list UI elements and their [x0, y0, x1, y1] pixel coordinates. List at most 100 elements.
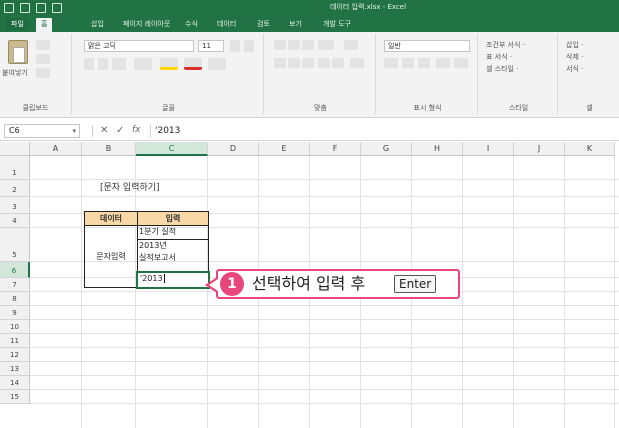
- bold-icon[interactable]: [84, 58, 94, 70]
- formula-bar: C6 ▾ ✕ ✓ fx '2013: [0, 121, 619, 141]
- row-header-6[interactable]: 6: [0, 262, 30, 278]
- name-box-dropdown-icon[interactable]: ▾: [72, 125, 76, 137]
- decrease-indent-icon[interactable]: [318, 58, 330, 68]
- sheet-title-cell[interactable]: [문자 입력하기]: [100, 181, 210, 195]
- increase-indent-icon[interactable]: [332, 58, 344, 68]
- shrink-font-icon[interactable]: [244, 40, 254, 52]
- redo-icon[interactable]: [36, 3, 46, 13]
- currency-icon[interactable]: [384, 58, 398, 68]
- underline-icon[interactable]: [112, 58, 126, 70]
- paste-icon[interactable]: [8, 40, 28, 64]
- number-format-select[interactable]: 일반: [384, 40, 470, 52]
- customize-icon[interactable]: [52, 3, 62, 13]
- gridline-horizontal: [30, 179, 619, 180]
- column-header-k[interactable]: K: [565, 142, 615, 156]
- delete-cells-button[interactable]: 삭제 ·: [566, 52, 583, 62]
- tab-developer[interactable]: 개발 도구: [318, 18, 356, 30]
- border-icon[interactable]: [134, 58, 152, 70]
- copy-icon[interactable]: [36, 54, 50, 64]
- cut-icon[interactable]: [36, 40, 50, 50]
- orientation-icon[interactable]: [318, 40, 334, 50]
- column-header-e[interactable]: E: [259, 142, 310, 156]
- row-header-9[interactable]: 9: [0, 306, 30, 320]
- font-size-select[interactable]: 11: [198, 40, 224, 52]
- row-header-2[interactable]: 2: [0, 180, 30, 197]
- cell-c5-line1[interactable]: 2013년: [137, 239, 209, 252]
- gridline-horizontal: [30, 347, 619, 348]
- tab-view[interactable]: 보기: [284, 18, 307, 30]
- format-painter-icon[interactable]: [36, 68, 50, 78]
- clipboard-group-label: 클립보드: [22, 104, 49, 112]
- name-box[interactable]: C6 ▾: [4, 124, 80, 138]
- align-top-icon[interactable]: [274, 40, 286, 50]
- merge-center-icon[interactable]: [350, 58, 364, 68]
- italic-icon[interactable]: [98, 58, 108, 70]
- column-header-j[interactable]: J: [514, 142, 565, 156]
- paste-label[interactable]: 붙여넣기: [2, 68, 28, 78]
- undo-icon[interactable]: [20, 3, 30, 13]
- gridline-horizontal: [30, 305, 619, 306]
- tab-page-layout[interactable]: 페이지 레이아웃: [118, 18, 175, 30]
- comma-icon[interactable]: [418, 58, 430, 68]
- formula-input[interactable]: '2013: [150, 124, 610, 138]
- cell-styles-button[interactable]: 셀 스타일 ·: [486, 64, 518, 74]
- row-header-5[interactable]: 5: [0, 228, 30, 262]
- ribbon: 붙여넣기 클립보드 맑은 고딕 11 글꼴 맞춤 일반 표시 형식 조건부 서식…: [0, 32, 619, 118]
- select-all-button[interactable]: [0, 142, 30, 156]
- tab-formulas[interactable]: 수식: [180, 18, 203, 30]
- row-header-13[interactable]: 13: [0, 362, 30, 376]
- cancel-icon[interactable]: ✕: [100, 124, 108, 137]
- active-cell-c6[interactable]: '2013: [136, 271, 210, 289]
- format-as-table-button[interactable]: 표 서식 ·: [486, 52, 512, 62]
- column-header-f[interactable]: F: [310, 142, 361, 156]
- align-left-icon[interactable]: [274, 58, 286, 68]
- header-data-cell[interactable]: 데이터: [84, 211, 138, 226]
- format-cells-button[interactable]: 서식 ·: [566, 64, 583, 74]
- column-header-a[interactable]: A: [30, 142, 82, 156]
- row-header-3[interactable]: 3: [0, 197, 30, 214]
- insert-function-icon[interactable]: fx: [132, 124, 141, 137]
- align-middle-icon[interactable]: [288, 40, 300, 50]
- font-name-select[interactable]: 맑은 고딕: [84, 40, 194, 52]
- column-header-c[interactable]: C: [136, 142, 208, 156]
- increase-decimal-icon[interactable]: [436, 58, 450, 68]
- tab-insert[interactable]: 삽입: [86, 18, 109, 30]
- row-header-8[interactable]: 8: [0, 292, 30, 306]
- text-caret: [163, 274, 165, 283]
- wrap-text-icon[interactable]: [344, 40, 358, 50]
- column-header-g[interactable]: G: [361, 142, 412, 156]
- align-bottom-icon[interactable]: [302, 40, 314, 50]
- row-header-15[interactable]: 15: [0, 390, 30, 404]
- align-right-icon[interactable]: [302, 58, 314, 68]
- conditional-formatting-button[interactable]: 조건부 서식 ·: [486, 40, 525, 50]
- header-input-cell[interactable]: 입력: [137, 211, 209, 226]
- font-color-icon[interactable]: [184, 58, 202, 70]
- row-header-4[interactable]: 4: [0, 214, 30, 228]
- tab-home[interactable]: 홈: [36, 18, 53, 32]
- phonetic-icon[interactable]: [208, 58, 226, 70]
- fill-color-icon[interactable]: [160, 58, 178, 70]
- row-header-1[interactable]: 1: [0, 156, 30, 180]
- row-header-11[interactable]: 11: [0, 334, 30, 348]
- grow-font-icon[interactable]: [230, 40, 240, 52]
- row-label-cell[interactable]: 문자입력: [84, 225, 138, 288]
- enter-icon[interactable]: ✓: [116, 124, 124, 137]
- row-header-12[interactable]: 12: [0, 348, 30, 362]
- decrease-decimal-icon[interactable]: [454, 58, 468, 68]
- align-center-icon[interactable]: [288, 58, 300, 68]
- cell-c4[interactable]: 1분기 실적: [137, 225, 209, 239]
- tab-review[interactable]: 검토: [252, 18, 275, 30]
- row-header-14[interactable]: 14: [0, 376, 30, 390]
- tab-data[interactable]: 데이터: [212, 18, 241, 30]
- column-header-b[interactable]: B: [82, 142, 136, 156]
- column-header-d[interactable]: D: [208, 142, 259, 156]
- row-header-10[interactable]: 10: [0, 320, 30, 334]
- insert-cells-button[interactable]: 삽입 ·: [566, 40, 583, 50]
- percent-icon[interactable]: [402, 58, 414, 68]
- save-icon[interactable]: [4, 3, 14, 13]
- column-header-i[interactable]: I: [463, 142, 514, 156]
- row-header-7[interactable]: 7: [0, 278, 30, 292]
- column-header-h[interactable]: H: [412, 142, 463, 156]
- tab-file[interactable]: 파일: [6, 18, 29, 30]
- cell-c5-line2[interactable]: 실적보고서: [137, 252, 209, 272]
